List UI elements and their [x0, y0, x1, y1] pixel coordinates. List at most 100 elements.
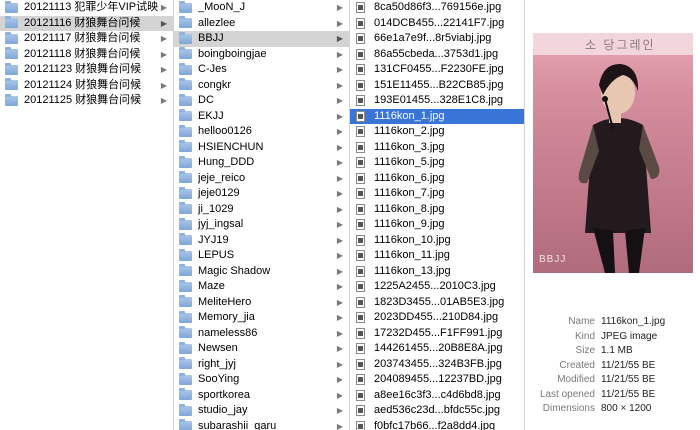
disclosure-arrow-icon: ▶ — [336, 297, 343, 307]
file-item[interactable]: 1116kon_11.jpg — [350, 248, 524, 264]
folder-item[interactable]: 20121124 财狼舞台问候 ▶ — [0, 78, 173, 94]
file-item[interactable]: 131CF0455...F2230FE.jpg — [350, 62, 524, 78]
image-file-icon — [356, 296, 365, 308]
folder-item[interactable]: Memory_jia ▶ — [174, 310, 349, 326]
file-item[interactable]: 1116kon_7.jpg — [350, 186, 524, 202]
image-file-icon — [356, 79, 365, 91]
file-item[interactable]: 144261455...20B8E8A.jpg — [350, 341, 524, 357]
folder-label: nameless86 — [198, 326, 258, 339]
image-preview[interactable]: 소 당그레인 BBJJ — [533, 33, 693, 273]
folder-item[interactable]: 20121113 犯罪少年VIP试映 ▶ — [0, 0, 173, 16]
folder-label: SooYing — [198, 373, 240, 385]
column-source-folders[interactable]: _MooN_J ▶ allezlee ▶ BBJJ ▶ boingboingjae ▶ C-Je… — [174, 0, 349, 430]
folder-item[interactable]: JYJ19 ▶ — [174, 233, 349, 249]
image-file-icon — [356, 203, 365, 215]
folder-item[interactable]: ji_1029 ▶ — [174, 202, 349, 218]
folder-item[interactable]: right_jyj ▶ — [174, 357, 349, 373]
file-item[interactable]: 193E01455...328E1C8.jpg — [350, 93, 524, 109]
folder-item[interactable]: SooYing ▶ — [174, 372, 349, 388]
folder-item[interactable]: EKJJ ▶ — [174, 109, 349, 125]
image-file-icon — [356, 48, 365, 60]
folder-icon — [179, 140, 192, 153]
file-item[interactable]: 1116kon_13.jpg — [350, 264, 524, 280]
file-item[interactable]: 1116kon_5.jpg — [350, 155, 524, 171]
folder-item[interactable]: sportkorea ▶ — [174, 388, 349, 404]
folder-item[interactable]: 20121116 财狼舞台问候 ▶ — [0, 15, 173, 31]
folder-item[interactable]: BBJJ ▶ — [174, 31, 349, 47]
folder-label: jeje_reico — [198, 171, 246, 184]
info-value: 1.1 MB — [601, 345, 633, 356]
image-file-icon — [356, 110, 365, 122]
file-label: aed536c23d...bfdc55c.jpg — [374, 404, 500, 416]
folder-item[interactable]: _MooN_J ▶ — [174, 0, 349, 16]
folder-item[interactable]: Magic Shadow ▶ — [174, 264, 349, 280]
info-value: 11/21/55 BE — [601, 374, 656, 385]
folder-label: EKJJ — [198, 109, 224, 122]
folder-item[interactable]: studio_jay ▶ — [174, 403, 349, 419]
folder-item[interactable]: LEPUS ▶ — [174, 248, 349, 264]
folder-icon — [5, 0, 18, 13]
file-item[interactable]: 1116kon_2.jpg — [350, 124, 524, 140]
folder-item[interactable]: HSIENCHUN ▶ — [174, 140, 349, 156]
disclosure-arrow-icon: ▶ — [160, 18, 167, 28]
folder-item[interactable]: C-Jes ▶ — [174, 62, 349, 78]
file-item[interactable]: a8ee16c3f3...c4d6bd8.jpg — [350, 388, 524, 404]
folder-item[interactable]: jeje_reico ▶ — [174, 171, 349, 187]
folder-icon — [179, 109, 192, 122]
folder-icon — [179, 248, 192, 261]
image-file-icon — [356, 389, 365, 401]
folder-item[interactable]: jeje0129 ▶ — [174, 186, 349, 202]
file-item[interactable]: 203743455...324B3FB.jpg — [350, 357, 524, 373]
file-item[interactable]: 66e1a7e9f...8r5viabj.jpg — [350, 31, 524, 47]
disclosure-arrow-icon: ▶ — [160, 49, 167, 59]
file-item[interactable]: 1116kon_1.jpg — [350, 108, 524, 124]
folder-item[interactable]: Maze ▶ — [174, 279, 349, 295]
file-label: 1116kon_6.jpg — [374, 171, 445, 184]
file-item[interactable]: 1116kon_10.jpg — [350, 233, 524, 249]
folder-item[interactable]: Newsen ▶ — [174, 341, 349, 357]
file-item[interactable]: 1225A2455...2010C3.jpg — [350, 279, 524, 295]
file-item[interactable]: 151E11455...B22CB85.jpg — [350, 78, 524, 94]
folder-icon — [179, 93, 192, 106]
folder-item[interactable]: subarashii_garu ▶ — [174, 419, 349, 430]
folder-item[interactable]: DC ▶ — [174, 93, 349, 109]
disclosure-arrow-icon: ▶ — [336, 158, 343, 167]
file-item[interactable]: 2023DD455...210D84.jpg — [350, 310, 524, 326]
folder-item[interactable]: MeliteHero ▶ — [174, 295, 349, 311]
image-file-icon — [356, 95, 365, 107]
folder-item[interactable]: allezlee ▶ — [174, 16, 349, 32]
folder-item[interactable]: 20121123 财狼舞台问候 ▶ — [0, 62, 173, 78]
image-file-icon — [356, 188, 365, 200]
column-date-folders[interactable]: 20121113 犯罪少年VIP试映 ▶ 20121116 财狼舞台问候 ▶ 20121… — [0, 0, 173, 430]
file-item[interactable]: 014DCB455...22141F7.jpg — [350, 16, 524, 32]
folder-item[interactable]: 20121125 财狼舞台问候 ▶ — [0, 93, 173, 109]
file-item[interactable]: 17232D455...F1FF991.jpg — [350, 326, 524, 342]
folder-item[interactable]: congkr ▶ — [174, 78, 349, 94]
info-value: 11/21/55 BE — [601, 388, 656, 400]
file-item[interactable]: 1116kon_9.jpg — [350, 217, 524, 233]
file-item[interactable]: 86a55cbeda...3753d1.jpg — [350, 47, 524, 63]
folder-item[interactable]: helloo0126 ▶ — [174, 124, 349, 140]
disclosure-arrow-icon: ▶ — [336, 421, 343, 430]
folder-item[interactable]: nameless86 ▶ — [174, 326, 349, 342]
folder-label: boingboingjae — [198, 47, 267, 60]
file-item[interactable]: 1823D3455...01AB5E3.jpg — [350, 295, 524, 311]
file-item[interactable]: 1116kon_6.jpg — [350, 171, 524, 187]
folder-item[interactable]: jyj_ingsal ▶ — [174, 217, 349, 233]
file-item[interactable]: 1116kon_3.jpg — [350, 140, 524, 156]
folder-item[interactable]: 20121118 财狼舞台问候 ▶ — [0, 47, 173, 63]
folder-item[interactable]: 20121117 财狼舞台问候 ▶ — [0, 31, 173, 47]
file-item[interactable]: 8ca50d86f3...769156e.jpg — [350, 0, 524, 16]
file-item[interactable]: f0bfc17b66...f2a8dd4.jpg — [350, 419, 524, 430]
file-label: 1116kon_9.jpg — [374, 218, 445, 230]
folder-item[interactable]: Hung_DDD ▶ — [174, 155, 349, 171]
folder-item[interactable]: boingboingjae ▶ — [174, 47, 349, 63]
disclosure-arrow-icon: ▶ — [336, 266, 343, 276]
image-file-icon — [356, 265, 365, 277]
image-file-icon — [356, 358, 365, 370]
file-item[interactable]: aed536c23d...bfdc55c.jpg — [350, 403, 524, 419]
image-file-icon — [356, 172, 365, 184]
file-item[interactable]: 1116kon_8.jpg — [350, 202, 524, 218]
column-image-files[interactable]: 8ca50d86f3...769156e.jpg 014DCB455...2214… — [350, 0, 524, 430]
file-item[interactable]: 204089455...12237BD.jpg — [350, 372, 524, 388]
